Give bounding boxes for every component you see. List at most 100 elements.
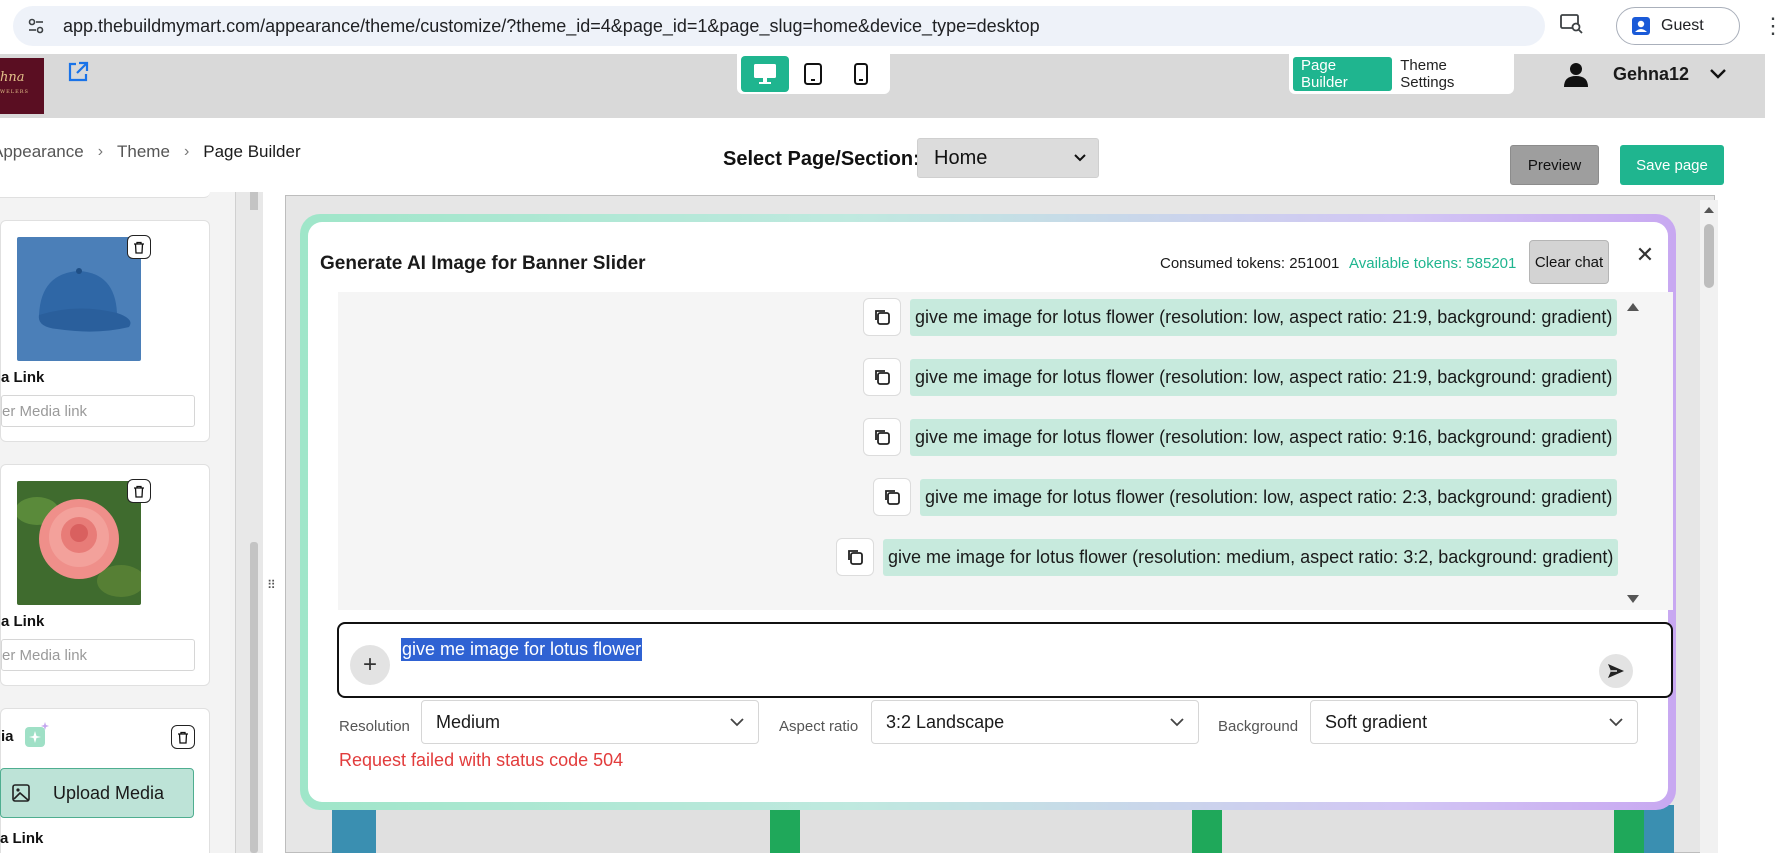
- screen-search-icon[interactable]: [1560, 13, 1584, 40]
- available-tokens: Available tokens: 585201: [1349, 255, 1517, 272]
- media-link-input[interactable]: er Media link: [1, 639, 195, 671]
- message-bubble: give me image for lotus flower (resoluti…: [920, 478, 1618, 516]
- user-name: Gehna12: [1613, 63, 1690, 84]
- plus-icon: +: [362, 651, 377, 678]
- canvas-scrollbar[interactable]: [1700, 200, 1718, 853]
- chevron-down-icon: [1710, 69, 1726, 79]
- aspect-ratio-select[interactable]: 3:2 Landscape: [871, 700, 1199, 744]
- url-text: app.thebuildmymart.com/appearance/theme/…: [63, 15, 1040, 36]
- prompt-input-value: give me image for lotus flower: [401, 638, 643, 661]
- external-link-icon[interactable]: [66, 60, 92, 86]
- copy-message-button[interactable]: [836, 538, 874, 576]
- media-card: a Link er Media link: [0, 220, 210, 442]
- breadcrumb-appearance[interactable]: Appearance: [0, 142, 84, 162]
- consumed-tokens: Consumed tokens: 251001: [1160, 255, 1340, 272]
- canvas-block: [770, 805, 800, 853]
- page-select[interactable]: Home: [917, 138, 1099, 178]
- copy-message-button[interactable]: [863, 298, 901, 336]
- copy-icon: [875, 310, 890, 325]
- resolution-value: Medium: [436, 711, 501, 732]
- breadcrumb-theme[interactable]: Theme: [117, 142, 170, 162]
- logo-subtext: WELERS: [0, 89, 29, 95]
- store-logo[interactable]: hna WELERS: [0, 58, 44, 114]
- upload-media-button[interactable]: Upload Media: [0, 768, 194, 818]
- logo-text: hna: [0, 70, 25, 85]
- select-page-label: Select Page/Section:: [723, 148, 920, 170]
- media-link-label: a Link: [1, 369, 45, 386]
- browser-chrome: app.thebuildmymart.com/appearance/theme/…: [0, 0, 1782, 54]
- media-card: a Link er Media link: [0, 464, 210, 686]
- chat-message: give me image for lotus flower (resoluti…: [863, 418, 1618, 456]
- chevron-right-icon: ›: [183, 143, 190, 160]
- background-select[interactable]: Soft gradient: [1310, 700, 1638, 744]
- ai-sparkle-icon[interactable]: [23, 721, 51, 754]
- message-bubble: give me image for lotus flower (resoluti…: [883, 538, 1619, 576]
- media-thumbnail: [17, 237, 141, 361]
- delete-media-button[interactable]: [171, 725, 195, 749]
- scrollbar-thumb[interactable]: [1704, 224, 1714, 288]
- scroll-up-arrow-icon[interactable]: [1703, 206, 1715, 214]
- media-link-label: a Link: [0, 830, 44, 847]
- desktop-view-button[interactable]: [741, 56, 789, 92]
- preview-button[interactable]: Preview: [1510, 145, 1599, 185]
- sidebar-scrollbar[interactable]: [235, 192, 263, 853]
- copy-icon: [875, 430, 890, 445]
- site-settings-icon[interactable]: [23, 13, 49, 39]
- add-attachment-button[interactable]: +: [350, 645, 390, 685]
- mobile-view-button[interactable]: [837, 56, 885, 92]
- builder-mode-tabs: Page Builder Theme Settings: [1289, 54, 1514, 94]
- breadcrumb-page-builder: Page Builder: [203, 142, 301, 161]
- background-value: Soft gradient: [1325, 711, 1428, 732]
- scroll-down-arrow-icon[interactable]: [1626, 594, 1640, 604]
- breadcrumb: Appearance › Theme › Page Builder: [0, 142, 301, 162]
- tablet-icon: [804, 63, 822, 85]
- address-bar[interactable]: app.thebuildmymart.com/appearance/theme/…: [13, 6, 1545, 46]
- profile-label: Guest: [1661, 17, 1704, 34]
- delete-media-button[interactable]: [127, 235, 151, 259]
- scroll-up-arrow-icon[interactable]: [1626, 302, 1640, 312]
- tab-page-builder[interactable]: Page Builder: [1293, 57, 1393, 91]
- media-label: ia: [1, 728, 14, 745]
- scrollbar-track-top: [250, 192, 258, 210]
- resolution-select[interactable]: Medium: [421, 700, 759, 744]
- tablet-view-button[interactable]: [789, 56, 837, 92]
- canvas-block: [1644, 805, 1674, 853]
- copy-message-button[interactable]: [863, 358, 901, 396]
- scrollbar-thumb[interactable]: [250, 542, 258, 853]
- resolution-label: Resolution: [339, 718, 410, 735]
- canvas-block: [800, 805, 1192, 853]
- user-menu[interactable]: Gehna12: [1563, 54, 1727, 94]
- canvas-block: [1192, 805, 1222, 853]
- canvas-block: [1222, 805, 1614, 853]
- message-bubble: give me image for lotus flower (resoluti…: [910, 418, 1618, 456]
- copy-message-button[interactable]: [863, 418, 901, 456]
- media-link-input[interactable]: er Media link: [1, 395, 195, 427]
- trash-icon: [134, 485, 144, 498]
- tab-theme-settings[interactable]: Theme Settings: [1392, 57, 1510, 91]
- send-icon: [1608, 664, 1624, 678]
- profile-button[interactable]: Guest: [1616, 7, 1740, 45]
- copy-icon: [885, 490, 900, 505]
- device-switcher: [737, 54, 890, 94]
- page-select-value: Home: [934, 146, 988, 169]
- media-link-placeholder: er Media link: [2, 402, 88, 420]
- media-thumbnail: [17, 481, 141, 605]
- close-icon[interactable]: ✕: [1634, 242, 1656, 267]
- save-page-button[interactable]: Save page: [1620, 145, 1724, 185]
- canvas-block: [1614, 805, 1644, 853]
- resize-handle-icon[interactable]: ⠿: [267, 578, 279, 594]
- canvas-block: [332, 805, 376, 853]
- background-label: Background: [1218, 718, 1299, 735]
- prompt-input[interactable]: + give me image for lotus flower: [337, 622, 1673, 698]
- browser-menu-icon[interactable]: ⋮: [1762, 13, 1782, 39]
- copy-icon: [875, 370, 890, 385]
- clear-chat-button[interactable]: Clear chat: [1529, 240, 1609, 284]
- user-avatar-icon: [1564, 63, 1588, 87]
- modal-title: Generate AI Image for Banner Slider: [320, 253, 646, 274]
- profile-icon: [1632, 17, 1650, 35]
- aspect-ratio-value: 3:2 Landscape: [886, 711, 1005, 732]
- send-button[interactable]: [1599, 654, 1633, 688]
- trash-icon: [178, 731, 188, 744]
- delete-media-button[interactable]: [127, 479, 151, 503]
- copy-message-button[interactable]: [873, 478, 911, 516]
